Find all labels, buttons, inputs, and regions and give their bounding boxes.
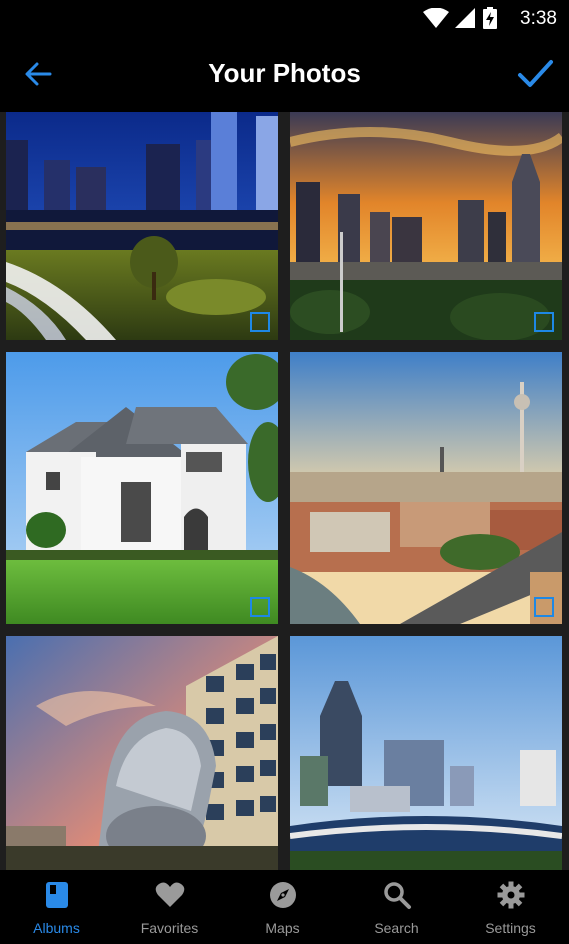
- tab-maps[interactable]: Maps: [226, 870, 339, 944]
- photo-image: [290, 352, 562, 624]
- bottom-tab-bar: Albums Favorites Maps Search Settings: [0, 870, 569, 944]
- cell-signal-icon: [455, 8, 475, 28]
- photo-tile-berlin-cityscape[interactable]: [290, 352, 562, 624]
- photo-image: [290, 112, 562, 340]
- page-title: Your Photos: [208, 58, 361, 88]
- tab-label: Albums: [33, 920, 80, 936]
- tab-label: Settings: [485, 920, 536, 936]
- photo-image: [6, 352, 278, 624]
- photo-tile-white-house[interactable]: [6, 352, 278, 624]
- search-icon: [383, 882, 411, 909]
- app-bar: Your Photos: [0, 36, 569, 112]
- photo-image: [6, 636, 278, 870]
- compass-icon: [269, 882, 296, 908]
- select-checkbox[interactable]: [534, 597, 554, 617]
- heart-icon: [155, 882, 184, 907]
- select-checkbox[interactable]: [250, 597, 270, 617]
- photo-image: [6, 112, 278, 340]
- select-checkbox[interactable]: [250, 312, 270, 332]
- confirm-check-icon[interactable]: [515, 54, 555, 94]
- gear-icon: [497, 881, 524, 909]
- tab-albums[interactable]: Albums: [0, 870, 113, 944]
- tab-search[interactable]: Search: [340, 870, 453, 944]
- photo-tile-night-skyline[interactable]: [6, 112, 278, 340]
- photo-tile-sunset-skyline[interactable]: [290, 112, 562, 340]
- photo-tile-skyline-stadium[interactable]: [290, 636, 562, 870]
- tab-favorites[interactable]: Favorites: [113, 870, 226, 944]
- book-icon: [45, 882, 68, 908]
- status-time: 3:38: [520, 8, 557, 29]
- photo-grid: [0, 112, 569, 870]
- select-checkbox[interactable]: [534, 312, 554, 332]
- tab-settings[interactable]: Settings: [454, 870, 567, 944]
- tab-label: Search: [374, 920, 419, 936]
- tab-label: Maps: [265, 920, 300, 936]
- wifi-icon: [423, 8, 449, 28]
- status-bar: 3:38: [0, 0, 569, 36]
- photo-tile-metal-head-sculpture[interactable]: [6, 636, 278, 870]
- tab-label: Favorites: [140, 920, 199, 936]
- battery-charging-icon: [483, 7, 497, 29]
- photo-image: [290, 636, 562, 870]
